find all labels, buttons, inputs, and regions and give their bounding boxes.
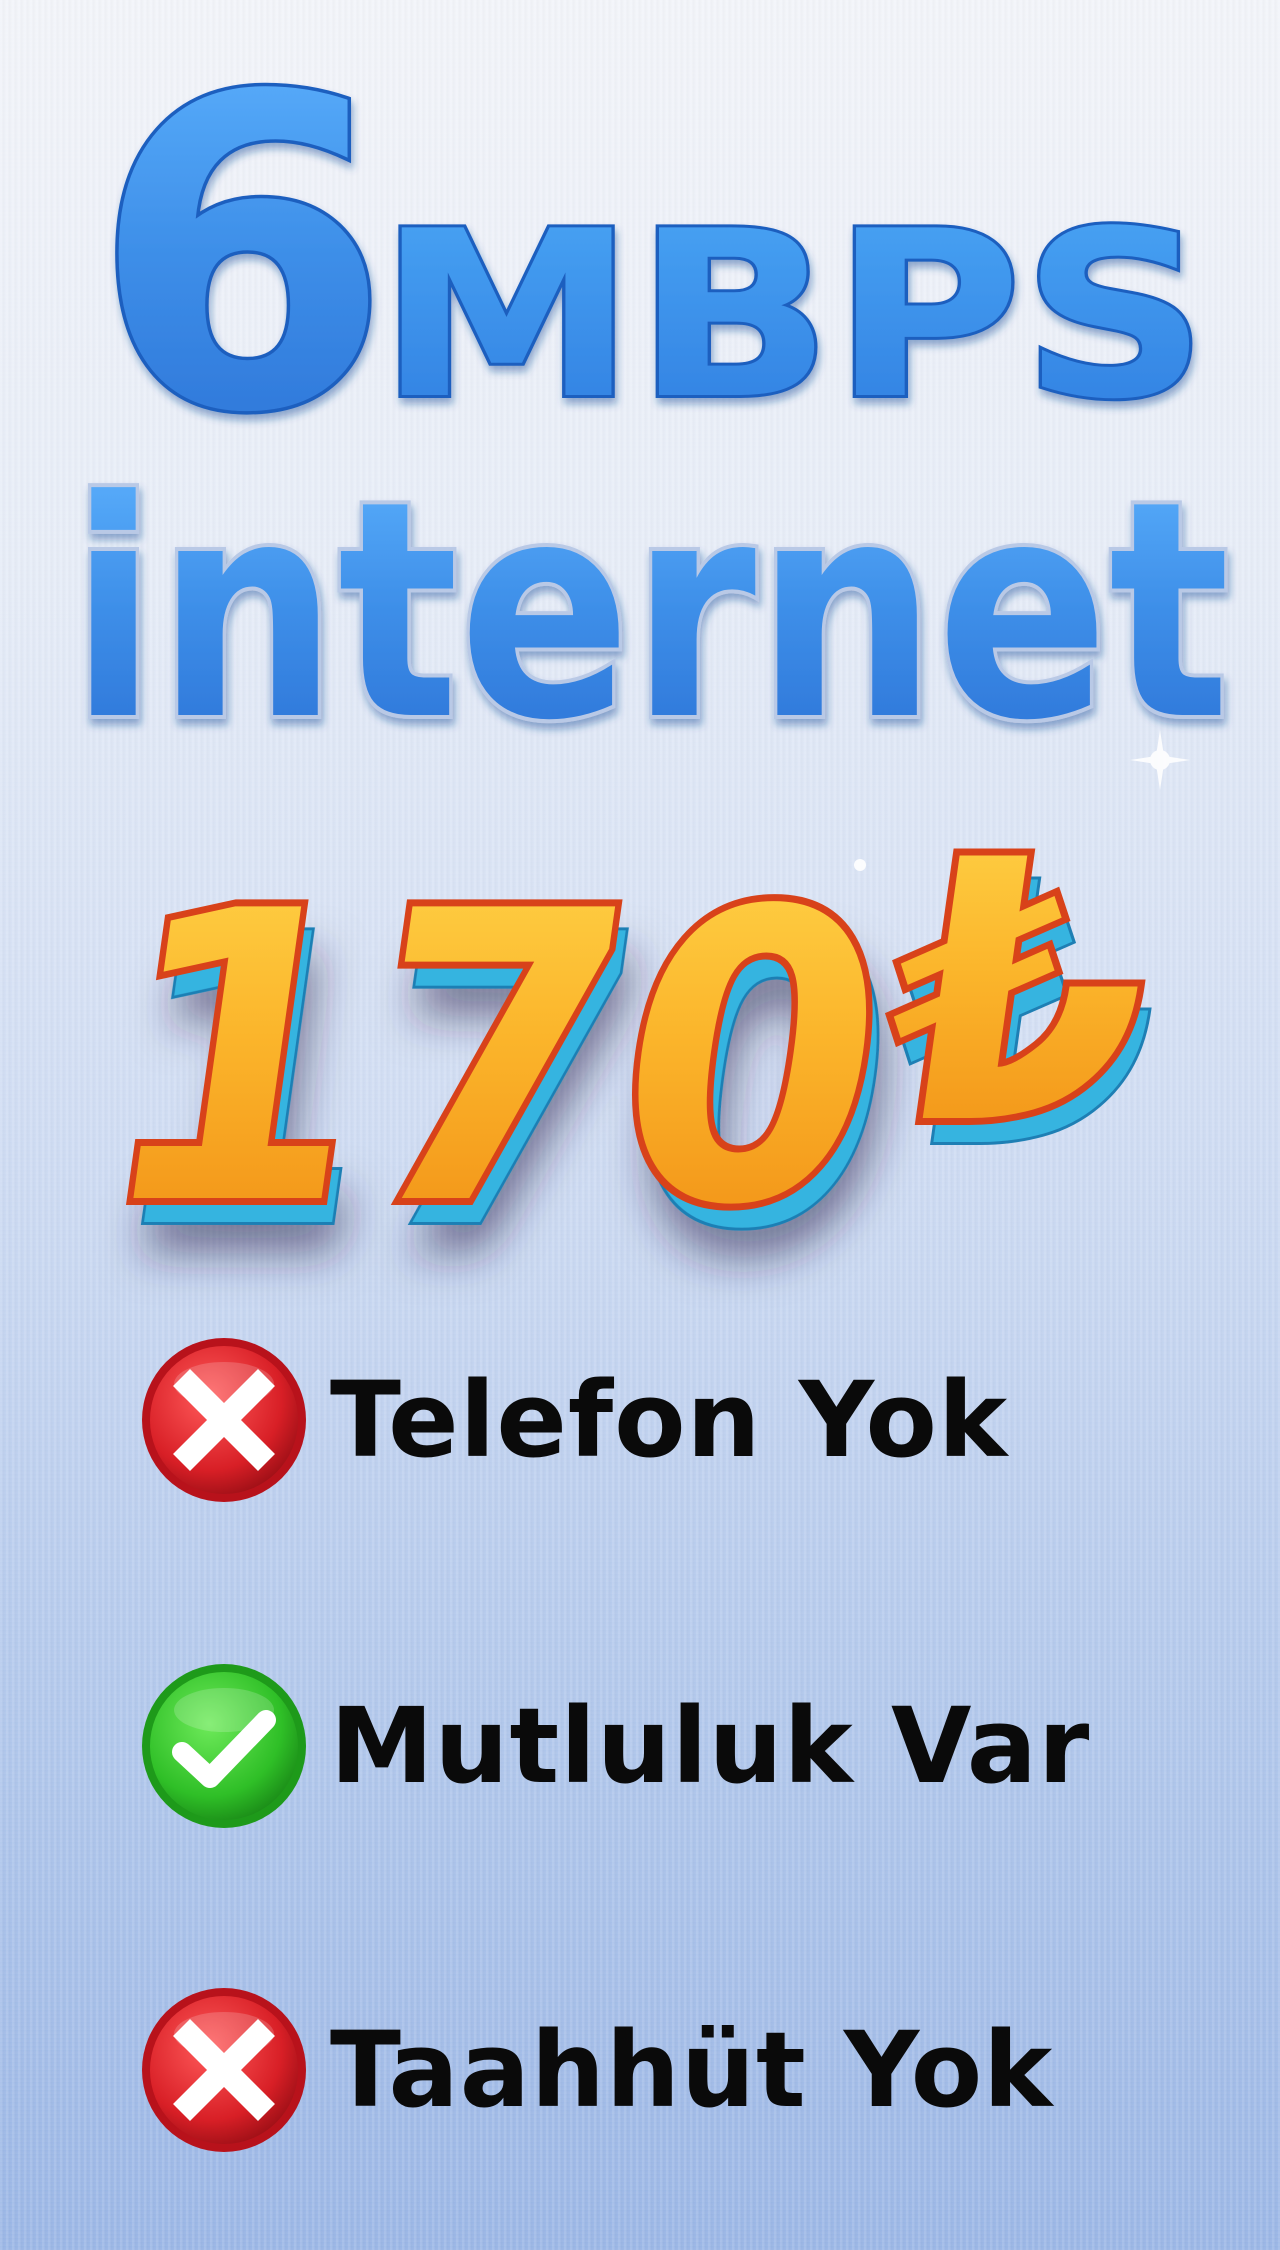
feature-label: Telefon Yok: [330, 1359, 1009, 1481]
headline: 6 MBPS internet 170 ₺ 170 ₺: [0, 0, 1280, 1320]
feature-telefon: Telefon Yok: [138, 1330, 1238, 1510]
x-mark-icon: [138, 1984, 310, 2156]
feature-taahhut: Taahhüt Yok: [138, 1980, 1238, 2160]
speed-unit: MBPS: [378, 183, 1208, 450]
feature-label: Taahhüt Yok: [330, 2009, 1054, 2131]
feature-label: Mutluluk Var: [330, 1685, 1091, 1807]
check-mark-icon: [138, 1660, 310, 1832]
feature-mutluluk: Mutluluk Var: [138, 1656, 1238, 1836]
speed-number: 6: [92, 7, 391, 507]
x-mark-icon: [138, 1334, 310, 1506]
price-amount: 170: [77, 827, 912, 1293]
service-name: internet: [70, 437, 1230, 786]
